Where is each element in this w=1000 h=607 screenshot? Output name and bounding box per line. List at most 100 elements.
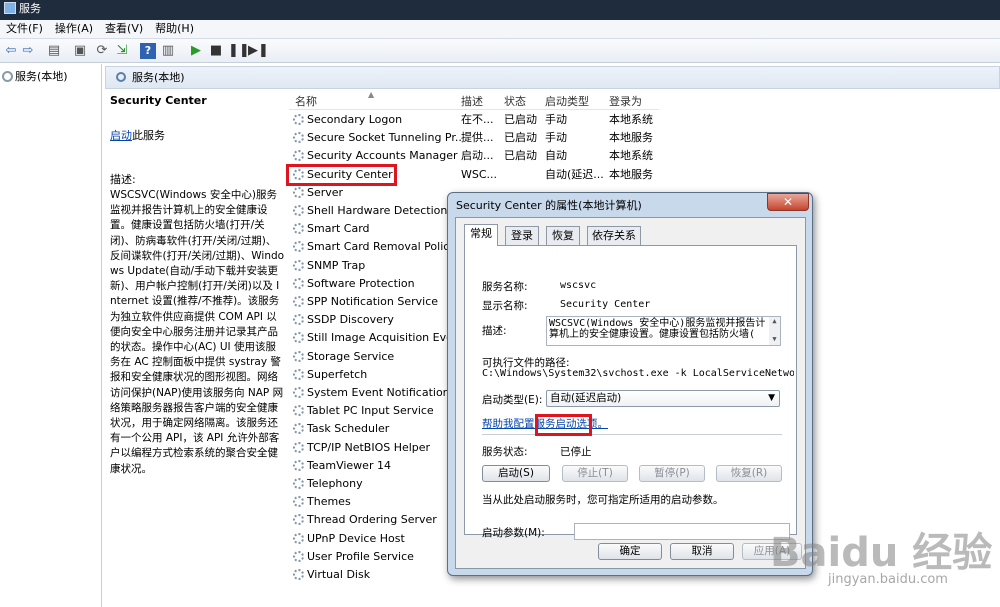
- dialog-body: 常规 登录 恢复 依存关系 服务名称: wscsvc 显示名称: Securit…: [455, 217, 806, 569]
- window-title: 服务: [19, 2, 41, 15]
- service-name: Superfetch: [307, 367, 368, 381]
- service-description: WSC...: [461, 167, 498, 181]
- properties-dialog: Security Center 的属性(本地计算机) ✕ 常规 登录 恢复 依存…: [447, 192, 813, 576]
- service-name: User Profile Service: [307, 549, 414, 563]
- restart-service-icon[interactable]: ▶❚: [248, 43, 269, 59]
- tab-general[interactable]: 常规: [464, 224, 498, 246]
- service-row[interactable]: Telephony: [293, 475, 463, 493]
- service-row[interactable]: Superfetch: [293, 366, 463, 384]
- service-description: 在不...: [461, 113, 494, 126]
- gear-icon: [293, 423, 304, 435]
- service-row[interactable]: Task Scheduler: [293, 420, 463, 438]
- start-service-icon[interactable]: ▶: [188, 43, 204, 59]
- tab-dependencies[interactable]: 依存关系: [587, 226, 641, 246]
- service-row[interactable]: Smart Card Removal Policy: [293, 238, 463, 256]
- gear-icon: [293, 332, 304, 344]
- service-row[interactable]: Themes: [293, 493, 463, 511]
- menu-action[interactable]: 操作(A): [49, 20, 99, 38]
- column-logon-as[interactable]: 登录为: [609, 93, 642, 109]
- tree-node-label: 服务(本地): [15, 70, 68, 83]
- service-row[interactable]: Shell Hardware Detection: [293, 202, 463, 220]
- column-name[interactable]: 名称: [295, 93, 317, 109]
- close-button[interactable]: ✕: [767, 193, 809, 211]
- service-name: Smart Card Removal Policy: [307, 240, 456, 254]
- service-row[interactable]: Thread Ordering Server: [293, 511, 463, 529]
- description-field-label: 描述:: [482, 325, 507, 337]
- service-row[interactable]: SSDP Discovery: [293, 311, 463, 329]
- gear-icon: [293, 296, 304, 307]
- service-row[interactable]: TeamViewer 14: [293, 457, 463, 475]
- service-row[interactable]: Smart Card: [293, 220, 463, 238]
- service-row[interactable]: Storage Service: [293, 348, 463, 366]
- refresh-icon[interactable]: ⟳: [94, 43, 110, 59]
- start-service-link[interactable]: 启动: [110, 129, 132, 142]
- sort-ascending-icon: ▲: [368, 90, 375, 99]
- startup-type-select[interactable]: 自动(延迟启动) ▼: [546, 390, 780, 407]
- column-status[interactable]: 状态: [504, 93, 526, 109]
- gear-icon: [293, 114, 304, 125]
- service-row[interactable]: Virtual Disk: [293, 566, 463, 584]
- start-service-line: 启动此服务: [110, 127, 285, 143]
- description-scrollbar[interactable]: ▲ ▼: [769, 317, 780, 345]
- pause-button[interactable]: 暂停(P): [639, 465, 705, 482]
- service-row[interactable]: Security Accounts Manager: [293, 147, 463, 165]
- service-logon-as: 本地服务: [609, 167, 653, 181]
- service-row[interactable]: Secure Socket Tunneling Pr...: [293, 129, 463, 147]
- service-name: SPP Notification Service: [307, 295, 439, 308]
- view-icon[interactable]: ▥: [160, 43, 176, 59]
- properties-icon[interactable]: ▣: [72, 43, 88, 59]
- service-name: Security Accounts Manager: [307, 149, 458, 163]
- resume-button[interactable]: 恢复(R): [716, 465, 782, 482]
- gear-icon: [293, 387, 304, 398]
- service-name: TeamViewer 14: [307, 458, 391, 472]
- start-button[interactable]: 启动(S): [482, 465, 550, 482]
- column-startup-type[interactable]: 启动类型: [545, 93, 589, 109]
- service-status: 已启动: [504, 149, 537, 163]
- service-row[interactable]: TCP/IP NetBIOS Helper: [293, 439, 463, 457]
- service-name: Server: [307, 185, 344, 199]
- service-row[interactable]: UPnP Device Host: [293, 530, 463, 548]
- show-hide-tree-icon[interactable]: ▤: [46, 43, 62, 59]
- service-row[interactable]: Still Image Acquisition Eve...: [293, 329, 463, 347]
- service-row[interactable]: Server: [293, 184, 463, 202]
- back-icon[interactable]: ⇦: [3, 43, 19, 59]
- menu-view[interactable]: 查看(V): [99, 20, 149, 38]
- service-row[interactable]: Secondary Logon: [293, 111, 463, 129]
- service-startup-type: 手动: [545, 131, 567, 145]
- stop-button[interactable]: 停止(T): [562, 465, 628, 482]
- service-row[interactable]: Tablet PC Input Service: [293, 402, 463, 420]
- menu-help[interactable]: 帮助(H): [149, 20, 200, 38]
- export-icon[interactable]: ⇲: [114, 43, 130, 59]
- ok-button[interactable]: 确定: [598, 543, 662, 560]
- dialog-title: Security Center 的属性(本地计算机): [456, 199, 642, 212]
- service-row[interactable]: Software Protection: [293, 275, 463, 293]
- tree-node-services-local[interactable]: 服务(本地): [0, 64, 101, 88]
- startup-type-label: 启动类型(E):: [482, 394, 543, 406]
- stop-service-icon[interactable]: ■: [208, 43, 224, 59]
- gear-icon: [293, 532, 304, 544]
- menu-file[interactable]: 文件(F): [0, 20, 49, 38]
- forward-icon[interactable]: ⇨: [20, 43, 36, 59]
- service-row[interactable]: SNMP Trap: [293, 257, 463, 275]
- tab-recovery[interactable]: 恢复: [546, 226, 580, 246]
- cancel-button[interactable]: 取消: [670, 543, 734, 560]
- general-tab-panel: 服务名称: wscsvc 显示名称: Security Center 描述: W…: [464, 245, 797, 540]
- display-name-label: 显示名称:: [482, 300, 528, 312]
- service-name: SSDP Discovery: [307, 313, 394, 327]
- service-row[interactable]: System Event Notification S...: [293, 384, 463, 402]
- start-params-input[interactable]: [574, 523, 790, 540]
- services-column-header: 名称 描述 状态 启动类型 登录为: [289, 90, 659, 110]
- service-name: Secondary Logon: [307, 113, 403, 126]
- help-icon[interactable]: ?: [140, 43, 156, 59]
- start-params-hint: 当从此处启动服务时，您可指定所适用的启动参数。: [482, 494, 724, 506]
- description-label: 描述:: [110, 173, 136, 186]
- service-row[interactable]: User Profile Service: [293, 548, 463, 566]
- service-name: Software Protection: [307, 276, 415, 290]
- description-field[interactable]: WSCSVC(Windows 安全中心)服务监视并报告计算机上的安全健康设置。健…: [546, 316, 781, 346]
- service-row[interactable]: SPP Notification Service: [293, 293, 463, 311]
- gear-icon: [293, 350, 304, 362]
- start-service-suffix: 此服务: [132, 129, 165, 142]
- column-description[interactable]: 描述: [461, 93, 483, 109]
- pause-service-icon[interactable]: ❚❚: [228, 43, 250, 59]
- tab-logon[interactable]: 登录: [505, 226, 539, 246]
